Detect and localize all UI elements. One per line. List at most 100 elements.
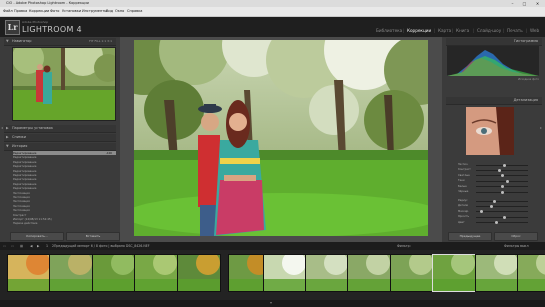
collapse-arrow-icon[interactable]: ▾ xyxy=(270,300,272,305)
bottom-panel-toggle[interactable]: ▾ xyxy=(0,300,545,307)
slider-knob[interactable] xyxy=(479,210,483,214)
menu-window[interactable]: Окно xyxy=(115,7,124,16)
adjustment-slider[interactable]: Контраст xyxy=(458,168,538,172)
slider-track[interactable] xyxy=(476,211,528,213)
next-arrow-icon[interactable]: ▶ xyxy=(37,242,39,250)
paste-button[interactable]: Вставить xyxy=(66,232,120,241)
history-item-label: Редактирование xyxy=(13,155,37,160)
monitor-icon[interactable]: ▭ xyxy=(3,242,6,250)
adjustment-slider[interactable]: Светлые xyxy=(458,174,538,178)
history-item-label: Экспозиция xyxy=(13,203,30,208)
module-print[interactable]: Печать xyxy=(507,28,523,33)
snapshots-header[interactable]: ▶ Снимки xyxy=(4,134,116,142)
history-item-label: Редактирование xyxy=(13,173,37,177)
menu-view[interactable]: Вид xyxy=(106,7,113,16)
detail-label: Детализация xyxy=(513,98,538,102)
copy-button[interactable]: Копировать... xyxy=(10,232,64,241)
module-book[interactable]: Книга xyxy=(456,28,469,33)
filmstrip-thumbnail[interactable] xyxy=(177,254,221,292)
adjustment-slider[interactable]: Детали xyxy=(458,204,538,208)
slider-track[interactable] xyxy=(476,205,528,207)
slider-track[interactable] xyxy=(476,169,528,171)
filmstrip-thumbnail[interactable] xyxy=(347,254,391,292)
slider-track[interactable] xyxy=(476,180,528,182)
filter-label: Фильтр: xyxy=(397,244,411,248)
slider-track[interactable] xyxy=(476,200,528,202)
adjustment-slider[interactable]: Цвет xyxy=(458,221,538,225)
history-item-label: Редактирование xyxy=(13,181,37,186)
menu-develop[interactable]: Коррекции xyxy=(29,7,49,16)
module-web[interactable]: Web xyxy=(530,28,539,33)
adjustment-slider[interactable]: Экспоз. xyxy=(458,163,538,167)
presets-header[interactable]: ▶ Параметры установок xyxy=(4,125,116,133)
module-separator: | xyxy=(526,28,528,33)
filmstrip-thumbnail[interactable] xyxy=(7,254,51,292)
filmstrip-thumbnail[interactable] xyxy=(134,254,178,292)
page-button[interactable]: 1 xyxy=(46,242,48,250)
detail-zoom-preview[interactable] xyxy=(466,107,514,155)
menu-settings[interactable]: Установки xyxy=(62,7,81,16)
menu-tools[interactable]: Инструменты xyxy=(82,7,107,16)
right-panel-toggle-icon[interactable]: ▸ xyxy=(540,125,542,130)
slider-track[interactable] xyxy=(476,164,528,166)
filmstrip-thumbnail[interactable] xyxy=(432,254,476,292)
slider-knob[interactable] xyxy=(505,179,509,183)
adjustment-slider[interactable]: Белые xyxy=(458,185,538,189)
slider-knob[interactable] xyxy=(500,190,504,194)
slider-knob[interactable] xyxy=(500,174,504,178)
navigator-zoom-options[interactable]: FIT FILL 1:1 3:1 xyxy=(89,38,112,45)
slider-knob[interactable] xyxy=(490,204,494,208)
filmstrip-thumbnail[interactable] xyxy=(390,254,434,292)
main-photo[interactable] xyxy=(134,40,428,236)
navigator-preview[interactable] xyxy=(12,47,116,121)
module-library[interactable]: Библиотека xyxy=(376,28,402,33)
menu-edit[interactable]: Правка xyxy=(14,7,27,16)
slider-track[interactable] xyxy=(476,222,528,224)
module-map[interactable]: Карта xyxy=(438,28,451,33)
slider-knob[interactable] xyxy=(503,163,507,167)
previous-button[interactable]: Предыдущее xyxy=(448,232,492,241)
menu-file[interactable]: Файл xyxy=(3,7,13,16)
grid-icon[interactable]: ▦ xyxy=(20,242,23,250)
maximize-button[interactable]: □ xyxy=(520,1,529,6)
prev-arrow-icon[interactable]: ◀ xyxy=(30,242,32,250)
filmstrip-thumbnail[interactable] xyxy=(517,254,545,292)
filmstrip-thumbnail[interactable] xyxy=(49,254,93,292)
menu-help[interactable]: Справка xyxy=(127,7,142,16)
slider-knob[interactable] xyxy=(492,199,496,203)
filmstrip-thumbnail[interactable] xyxy=(305,254,349,292)
collapse-triangle-icon: ▼ xyxy=(6,39,9,43)
filmstrip-thumbnail[interactable] xyxy=(92,254,136,292)
module-slideshow[interactable]: Слайд-шоу xyxy=(477,28,501,33)
slider-track[interactable] xyxy=(476,216,528,218)
second-monitor-icon[interactable]: ▭ xyxy=(11,242,14,250)
history-item-label: Экспозиция xyxy=(13,190,30,195)
menu-photo[interactable]: Фото xyxy=(50,7,59,16)
filter-dropdown[interactable]: Фильтры выкл xyxy=(504,242,529,250)
histogram-header[interactable]: Гистограмма xyxy=(446,38,542,46)
filmstrip-thumbnail[interactable] xyxy=(475,254,519,292)
original-photo-toggle[interactable]: Исходное фото xyxy=(447,77,539,82)
slider-knob[interactable] xyxy=(495,221,499,225)
adjustment-slider[interactable]: Радиус xyxy=(458,199,538,203)
adjustment-slider[interactable]: Чёрные xyxy=(458,190,538,194)
reset-button[interactable]: Сброс xyxy=(494,232,538,241)
snapshots-label: Снимки xyxy=(12,135,27,139)
history-header[interactable]: ▼ История xyxy=(4,143,116,151)
slider-label: Яркость xyxy=(458,215,470,219)
slider-knob[interactable] xyxy=(503,215,507,219)
adjustment-slider[interactable]: Тени xyxy=(458,179,538,183)
filmstrip-thumbnail[interactable] xyxy=(263,254,307,292)
left-panel-toggle-icon[interactable]: ◂ xyxy=(1,125,3,130)
minimize-button[interactable]: – xyxy=(508,1,517,6)
slider-knob[interactable] xyxy=(497,168,501,172)
history-item[interactable]: Первое действие xyxy=(13,221,116,225)
detail-header[interactable]: Детализация xyxy=(446,97,542,105)
navigator-header[interactable]: ▼ Навигатор FIT FILL 1:1 3:1 xyxy=(4,38,116,46)
slider-label: Радиус xyxy=(458,199,468,202)
adjustment-slider[interactable]: Маскир. xyxy=(458,210,538,214)
module-develop[interactable]: Коррекции xyxy=(407,28,431,33)
close-button[interactable]: ✕ xyxy=(533,1,542,6)
slider-knob[interactable] xyxy=(500,185,504,189)
adjustment-slider[interactable]: Яркость xyxy=(458,215,538,219)
